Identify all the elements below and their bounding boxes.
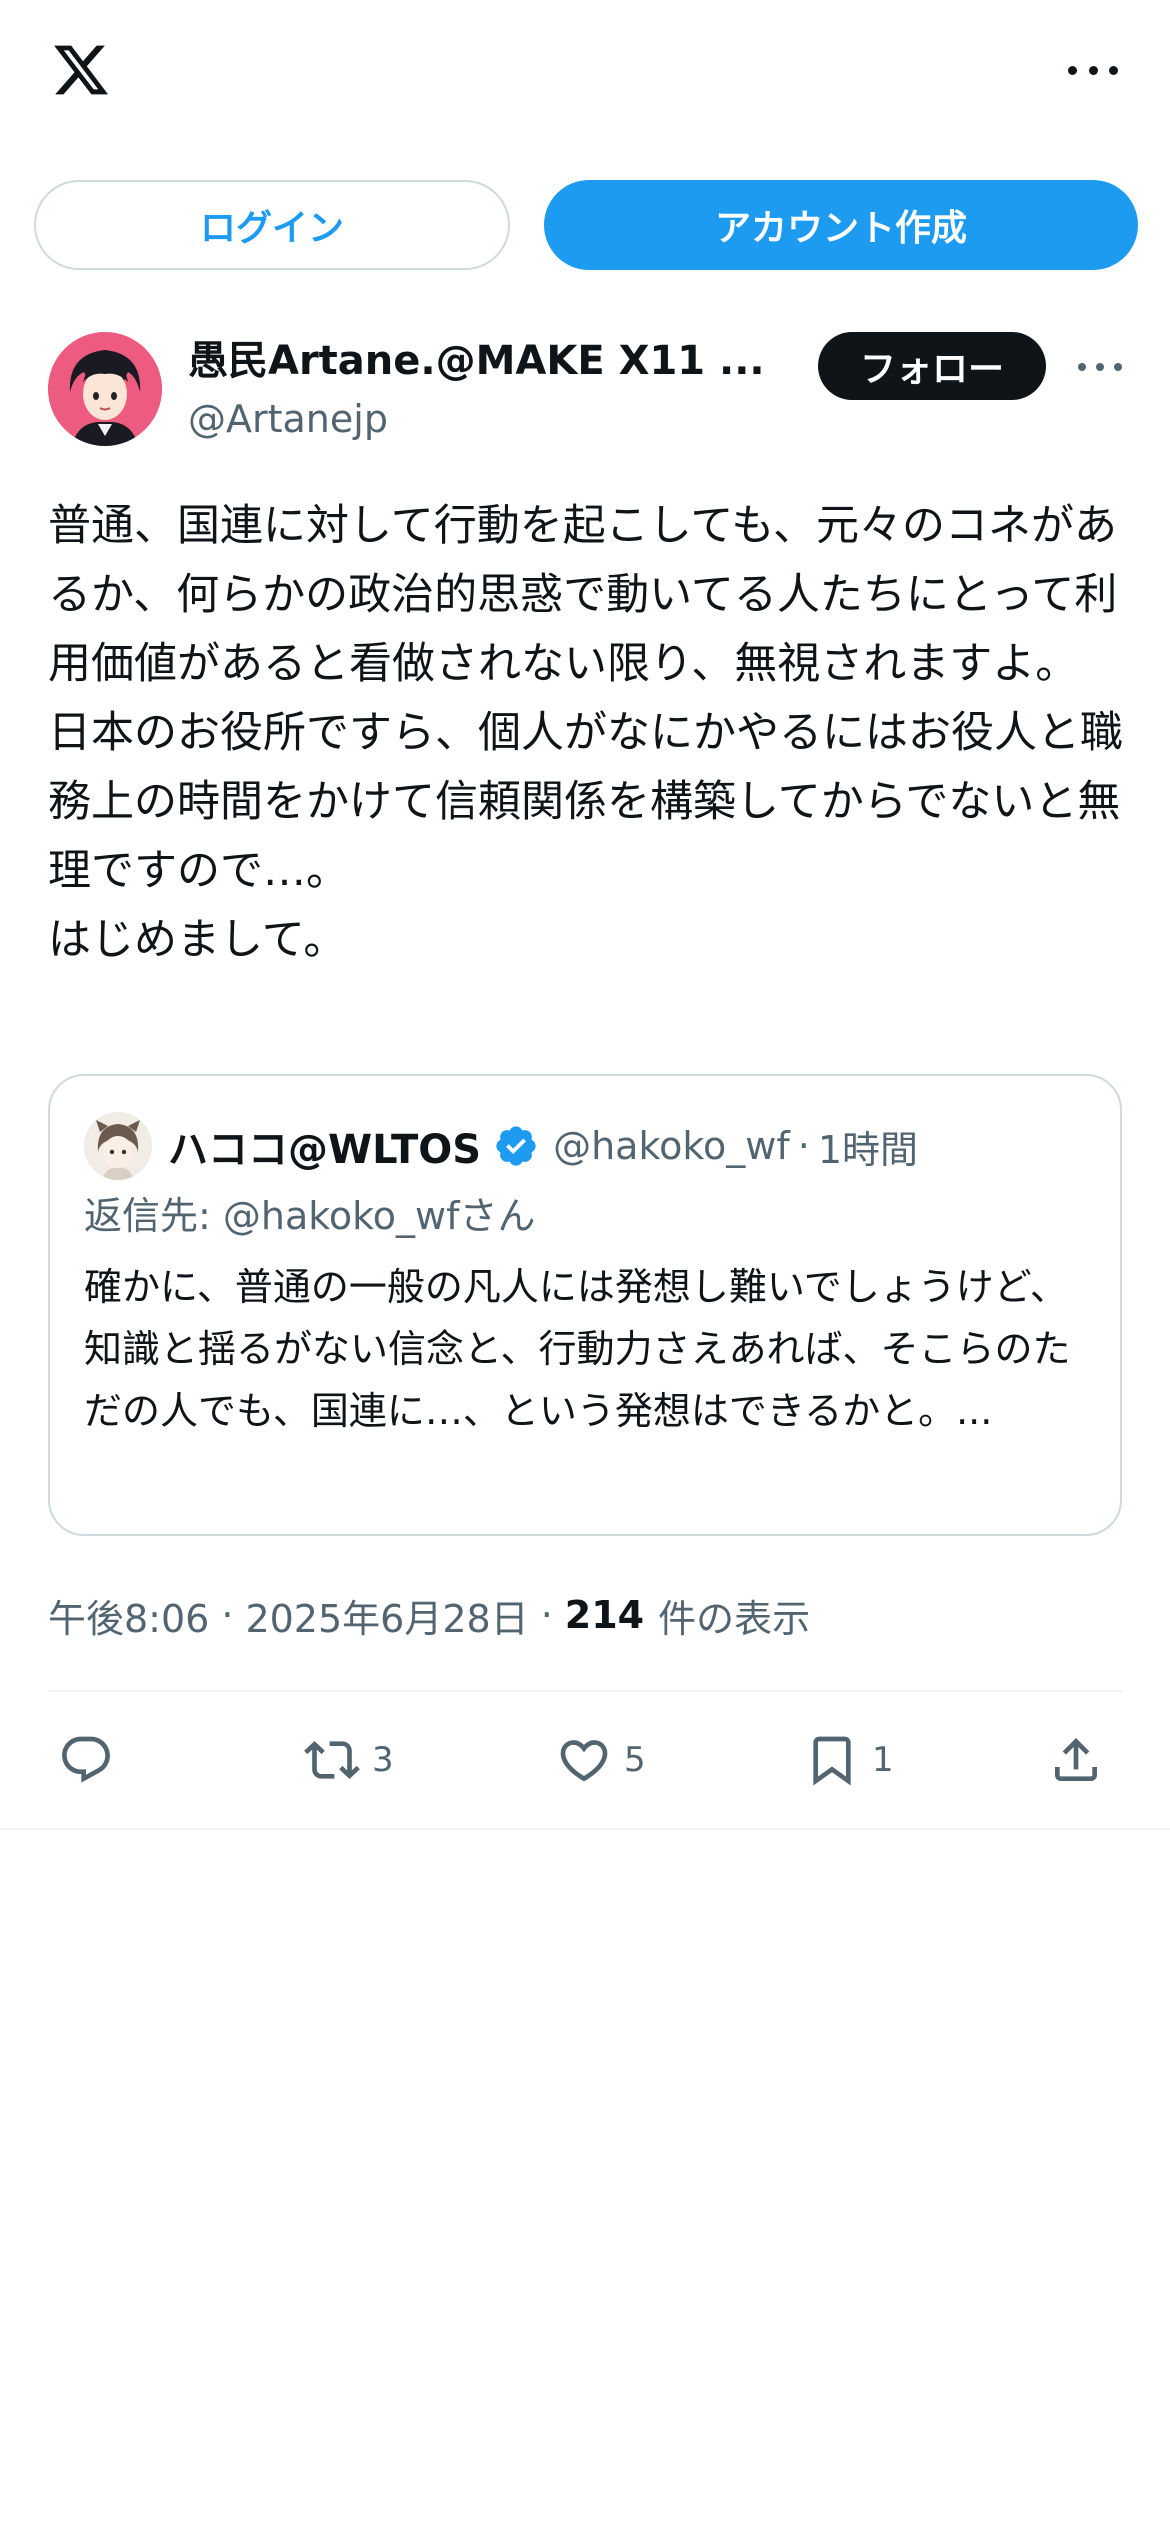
quote-avatar-image xyxy=(84,1112,152,1180)
views-count: 214 xyxy=(564,1593,645,1637)
post-time[interactable]: 午後8:06 xyxy=(48,1588,209,1643)
quote-avatar xyxy=(84,1112,152,1180)
follow-button[interactable]: フォロー xyxy=(818,332,1046,400)
repost-count: 3 xyxy=(372,1740,394,1780)
post-text: 普通、国連に対して行動を起こしても、元々のコネがあるか、何らかの政治的思惑で動い… xyxy=(48,501,1123,965)
create-account-button[interactable]: アカウント作成 xyxy=(544,180,1138,270)
meta-separator: · xyxy=(221,1593,234,1637)
repost-icon xyxy=(304,1741,360,1779)
like-count: 5 xyxy=(624,1740,646,1780)
quote-handle: @hakoko_wf xyxy=(553,1124,790,1168)
top-bar xyxy=(0,0,1170,150)
quote-display-name: ハココ@WLTOS xyxy=(168,1127,482,1173)
post-date[interactable]: 2025年6月28日 xyxy=(245,1588,528,1643)
x-logo-icon[interactable] xyxy=(48,40,114,100)
share-icon xyxy=(1055,1738,1097,1781)
bookmark-icon xyxy=(813,1736,851,1786)
auth-buttons: ログイン アカウント作成 xyxy=(34,180,1138,270)
repost-button[interactable]: 3 xyxy=(304,1720,394,1800)
avatar[interactable] xyxy=(48,332,162,446)
quote-separator: · xyxy=(797,1124,810,1168)
reply-to-label: 返信先: @hakoko_wfさん xyxy=(84,1194,536,1238)
bookmark-count: 1 xyxy=(872,1740,894,1780)
meta-separator-2: · xyxy=(540,1593,553,1637)
more-horizontal-icon[interactable] xyxy=(1068,58,1118,82)
action-bar: 3 5 1 xyxy=(48,1720,1122,1800)
user-handle[interactable]: @Artanejp xyxy=(188,394,388,444)
quote-header: ハココ@WLTOS @hakoko_wf · 1時間 xyxy=(168,1116,918,1176)
login-button[interactable]: ログイン xyxy=(34,180,510,270)
divider xyxy=(48,1690,1122,1692)
post-header: 愚民Artane.@MAKE X11 ... @Artanejp フォロー xyxy=(48,332,1122,452)
avatar-image xyxy=(48,332,162,446)
like-button[interactable]: 5 xyxy=(556,1720,646,1800)
post-meta: 午後8:06 · 2025年6月28日 · 214 件の表示 xyxy=(48,1580,810,1650)
reply-icon xyxy=(62,1736,110,1783)
quote-text: 確かに、普通の一般の凡人には発想し難いでしょうけど、知識と揺るがない信念と、行動… xyxy=(84,1265,1071,1433)
quoted-post[interactable]: ハココ@WLTOS @hakoko_wf · 1時間 返信先: @hakoko_… xyxy=(48,1074,1122,1536)
reply-button[interactable] xyxy=(58,1720,114,1800)
section-divider xyxy=(0,1828,1170,1830)
quote-time: 1時間 xyxy=(817,1127,919,1172)
post-more-icon[interactable] xyxy=(1078,360,1122,374)
views-label: 件の表示 xyxy=(658,1596,811,1641)
heart-icon xyxy=(560,1740,608,1782)
bookmark-button[interactable]: 1 xyxy=(804,1720,894,1800)
verified-badge-icon xyxy=(496,1126,536,1166)
display-name[interactable]: 愚民Artane.@MAKE X11 ... xyxy=(188,334,788,388)
share-button[interactable] xyxy=(1048,1720,1104,1800)
